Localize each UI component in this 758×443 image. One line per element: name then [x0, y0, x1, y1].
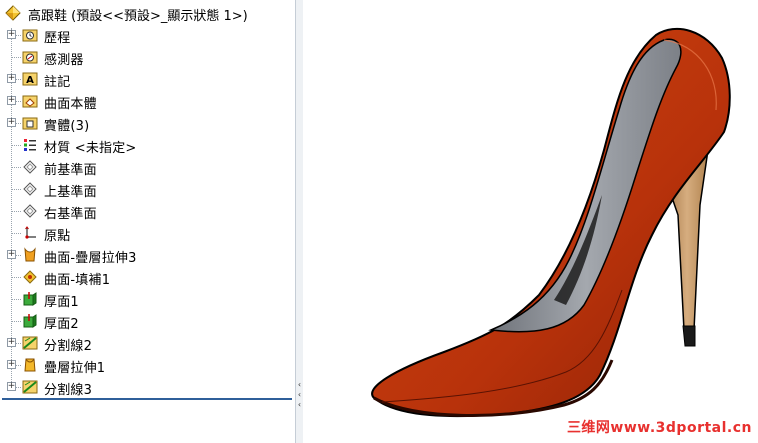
tree-item-label: 上基準面: [44, 185, 97, 200]
tree-connector: [12, 233, 21, 234]
tree-connector: [12, 277, 21, 278]
splitter-collapse-handle[interactable]: ‹ ‹ ‹: [296, 381, 303, 409]
tree-item[interactable]: + 疊層拉伸1: [0, 354, 294, 376]
tree-item-label: 曲面本體: [44, 97, 97, 112]
tree-root-label: 高跟鞋 (預設<<預設>_顯示狀態 1>): [28, 8, 248, 24]
tree-item[interactable]: + 曲面本體: [0, 90, 294, 112]
tree-root-part[interactable]: 高跟鞋 (預設<<預設>_顯示狀態 1>): [4, 4, 248, 24]
tree-item-label: 歷程: [44, 31, 71, 46]
annotation-icon: A: [22, 71, 38, 87]
expand-toggle-icon[interactable]: +: [7, 30, 16, 39]
tree-connector: [12, 167, 21, 168]
expand-toggle-icon[interactable]: +: [7, 250, 16, 259]
solid-bodies-icon: [22, 115, 38, 131]
tree-item[interactable]: 材質 <未指定>: [0, 134, 294, 156]
expand-toggle-icon[interactable]: +: [7, 74, 16, 83]
surface-fill-icon: [22, 269, 38, 285]
front-plane-icon: [22, 159, 38, 175]
split-line-icon: [22, 335, 38, 351]
tree-connector: [12, 145, 21, 146]
surface-loft-icon: [22, 247, 38, 263]
tree-item-label: 實體(3): [44, 119, 90, 134]
tree-item-label: 曲面-填補1: [44, 273, 111, 288]
surface-bodies-icon: [22, 93, 38, 109]
split-line-icon: [22, 379, 38, 395]
part-icon: [4, 3, 22, 25]
panel-splitter[interactable]: [295, 0, 303, 443]
expand-toggle-icon[interactable]: +: [7, 96, 16, 105]
feature-manager-tree: 高跟鞋 (預設<<預設>_顯示狀態 1>) + 歷程感測器 + A 註記 + 曲面本體 + 實體…: [0, 0, 296, 443]
tree-item[interactable]: 感測器: [0, 46, 294, 68]
shoe-upper: [371, 27, 731, 418]
tree-item-label: 厚面1: [44, 295, 79, 310]
right-plane-icon: [22, 203, 38, 219]
tree-item[interactable]: + 歷程: [0, 24, 294, 46]
expand-toggle-icon[interactable]: +: [7, 360, 16, 369]
origin-icon: [22, 225, 38, 241]
tree-item[interactable]: 前基準面: [0, 156, 294, 178]
tree-item[interactable]: 上基準面: [0, 178, 294, 200]
heel-tip: [682, 325, 696, 347]
sensor-icon: [22, 49, 38, 65]
watermark-text: 三维网www.3dportal.cn: [566, 420, 752, 436]
tree-connector: [12, 211, 21, 212]
rollback-bar[interactable]: [2, 398, 292, 400]
graphics-viewport[interactable]: 三维网www.3dportal.cn: [304, 0, 758, 443]
tree-item[interactable]: + 實體(3): [0, 112, 294, 134]
chevron-left-icon: ‹: [297, 400, 302, 409]
tree-item[interactable]: 厚面1: [0, 288, 294, 310]
tree-item-label: 感測器: [44, 53, 84, 68]
loft-icon: [22, 357, 38, 373]
expand-toggle-icon[interactable]: +: [7, 338, 16, 347]
svg-text:A: A: [26, 75, 34, 86]
tree-item[interactable]: + 曲面-疊層拉伸3: [0, 244, 294, 266]
tree-item[interactable]: 原點: [0, 222, 294, 244]
tree-connector: [12, 189, 21, 190]
tree-connector: [12, 299, 21, 300]
tree-item-label: 疊層拉伸1: [44, 361, 106, 376]
thicken-icon: [22, 313, 38, 329]
tree-item-label: 註記: [44, 75, 71, 90]
tree-item[interactable]: 厚面2: [0, 310, 294, 332]
expand-toggle-icon[interactable]: +: [7, 118, 16, 127]
tree-connector: [12, 57, 21, 58]
tree-item-label: 分割線3: [44, 383, 93, 398]
expand-toggle-icon[interactable]: +: [7, 382, 16, 391]
history-folder-icon: [22, 27, 38, 43]
tree-item-label: 原點: [44, 229, 71, 244]
thicken-icon: [22, 291, 38, 307]
tree-item[interactable]: + 分割線2: [0, 332, 294, 354]
chevron-left-icon: ‹: [297, 380, 302, 389]
tree-item[interactable]: + A 註記: [0, 68, 294, 90]
material-icon: [22, 137, 38, 153]
tree-connector: [12, 321, 21, 322]
tree-item-label: 厚面2: [44, 317, 79, 332]
tree-item[interactable]: + 分割線3: [0, 376, 294, 398]
tree-item-label: 分割線2: [44, 339, 93, 354]
tree-item-label: 材質 <未指定>: [44, 141, 137, 156]
shoe-model-render[interactable]: [304, 0, 758, 443]
tree-item-label: 右基準面: [44, 207, 97, 222]
tree-item-label: 前基準面: [44, 163, 97, 178]
tree-item-label: 曲面-疊層拉伸3: [44, 251, 137, 266]
chevron-left-icon: ‹: [297, 390, 302, 399]
tree-item[interactable]: 右基準面: [0, 200, 294, 222]
tree-item[interactable]: 曲面-填補1: [0, 266, 294, 288]
top-plane-icon: [22, 181, 38, 197]
